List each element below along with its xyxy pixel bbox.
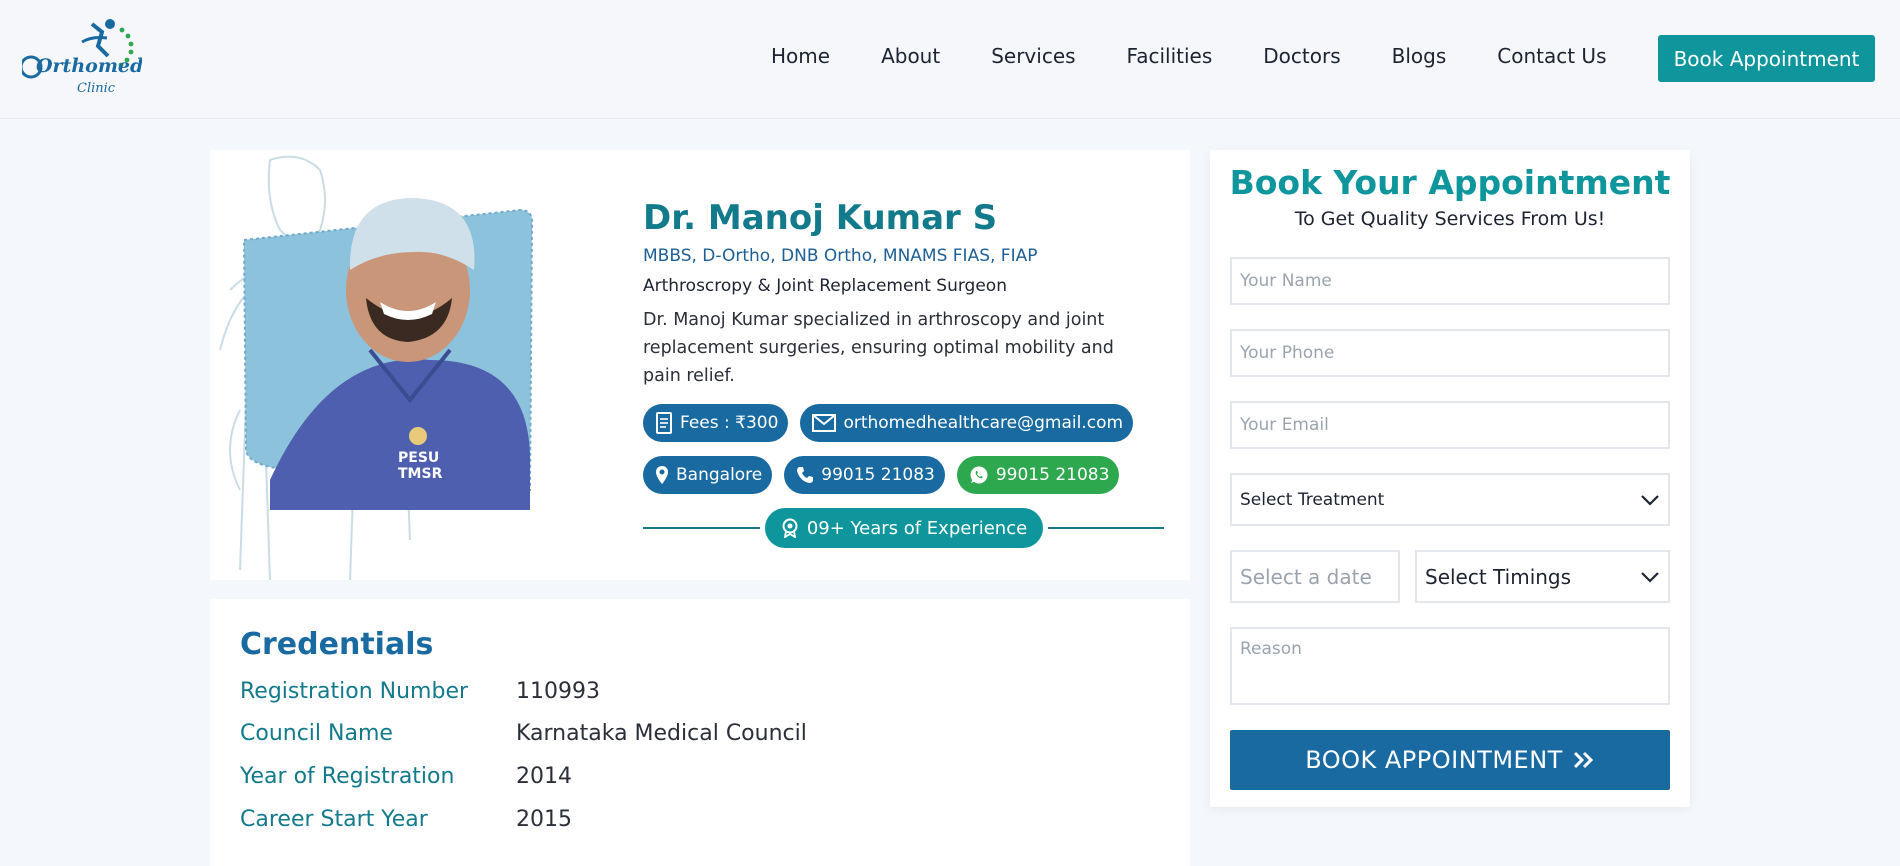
experience-divider-left <box>643 527 760 529</box>
chevron-down-icon <box>1641 494 1659 506</box>
scrub-text-bottom: TMSR <box>398 466 443 482</box>
credential-row: Career Start Year 2015 <box>240 807 572 832</box>
appointment-form-card: Book Your Appointment To Get Quality Ser… <box>1210 150 1690 807</box>
reason-textarea[interactable]: Reason <box>1230 627 1670 705</box>
doctor-description: Dr. Manoj Kumar specialized in arthrosco… <box>643 310 1114 386</box>
whatsapp-icon <box>970 466 988 484</box>
doctor-qualifications: MBBS, D-Ortho, DNB Ortho, MNAMS FIAS, FI… <box>643 246 1038 266</box>
nav-services[interactable]: Services <box>991 44 1075 68</box>
doctor-info: Dr. Manoj Kumar S MBBS, D-Ortho, DNB Ort… <box>643 198 1173 548</box>
credential-row: Registration Number 110993 <box>240 679 600 704</box>
credential-value: 2014 <box>516 764 572 789</box>
date-input[interactable]: Select a date <box>1230 550 1400 603</box>
phone-text: 99015 21083 <box>821 465 935 485</box>
doctor-profile-card: PESU TMSR Dr. Manoj Kumar S MBBS, D-Orth… <box>210 150 1190 580</box>
treatment-select-value: Select Treatment <box>1240 489 1385 510</box>
credential-value: Karnataka Medical Council <box>516 721 807 746</box>
doctor-name: Dr. Manoj Kumar S <box>643 198 998 238</box>
nav-doctors[interactable]: Doctors <box>1263 44 1340 68</box>
orthomed-logo[interactable]: Orthomed Clinic <box>19 16 143 106</box>
credential-label: Registration Number <box>240 679 469 704</box>
phone-pill[interactable]: 99015 21083 <box>784 456 945 494</box>
credential-value: 110993 <box>516 679 600 704</box>
map-pin-icon <box>656 466 668 484</box>
credentials-title: Credentials <box>240 627 434 662</box>
main-nav: Home About Services Facilities Doctors B… <box>771 44 1607 68</box>
doctor-photo: PESU TMSR <box>240 190 610 530</box>
logo-subtext: Clinic <box>77 81 116 96</box>
credential-label: Year of Registration <box>240 764 455 789</box>
double-chevron-right-icon <box>1573 751 1593 769</box>
nav-home[interactable]: Home <box>771 44 830 68</box>
chevron-down-icon <box>1641 571 1659 583</box>
logo-text: Orthomed <box>36 55 142 77</box>
timings-select-value: Select Timings <box>1425 564 1572 589</box>
experience-text: 09+ Years of Experience <box>806 517 1028 539</box>
credential-row: Year of Registration 2014 <box>240 764 572 789</box>
scrub-text-top: PESU <box>398 450 439 466</box>
receipt-icon <box>656 412 672 434</box>
contact-pills-row-2: Bangalore 99015 21083 99015 21083 <box>643 456 1173 494</box>
envelope-icon <box>812 414 837 432</box>
credential-label: Career Start Year <box>240 807 428 832</box>
email-text: orthomedhealthcare@gmail.com <box>843 413 1124 433</box>
phone-input[interactable]: Your Phone <box>1230 329 1670 377</box>
site-header: Orthomed Clinic Home About Services Faci… <box>0 0 1900 119</box>
name-input[interactable]: Your Name <box>1230 257 1670 305</box>
credential-label: Council Name <box>240 721 393 746</box>
fees-text: Fees : ₹300 <box>680 413 779 433</box>
experience-divider-right <box>1048 527 1164 529</box>
fees-pill: Fees : ₹300 <box>643 404 789 442</box>
contact-pills-row-1: Fees : ₹300 orthomedhealthcare@gmail.com <box>643 404 1173 442</box>
location-pill: Bangalore <box>643 456 773 494</box>
book-appointment-submit-button[interactable]: BOOK APPOINTMENT <box>1230 730 1670 790</box>
form-subtitle: To Get Quality Services From Us! <box>1294 208 1606 230</box>
timings-select[interactable]: Select Timings <box>1415 550 1670 603</box>
nav-facilities[interactable]: Facilities <box>1127 44 1213 68</box>
whatsapp-text: 99015 21083 <box>995 465 1110 485</box>
header-book-appointment-button[interactable]: Book Appointment <box>1658 35 1875 82</box>
award-icon <box>782 518 798 538</box>
nav-about[interactable]: About <box>881 44 940 68</box>
treatment-select[interactable]: Select Treatment <box>1230 473 1670 526</box>
nav-contact-us[interactable]: Contact Us <box>1497 44 1606 68</box>
credential-value: 2015 <box>516 807 572 832</box>
location-text: Bangalore <box>676 465 763 485</box>
whatsapp-pill[interactable]: 99015 21083 <box>956 456 1120 494</box>
credentials-card: Credentials Registration Number 110993 C… <box>210 599 1190 866</box>
email-input[interactable]: Your Email <box>1230 401 1670 449</box>
doctor-specialty: Arthroscropy & Joint Replacement Surgeon <box>643 276 1007 296</box>
experience-badge: 09+ Years of Experience <box>765 508 1043 548</box>
experience-row: 09+ Years of Experience <box>643 508 1164 548</box>
credential-row: Council Name Karnataka Medical Council <box>240 721 807 746</box>
phone-icon <box>797 467 814 483</box>
nav-blogs[interactable]: Blogs <box>1392 44 1447 68</box>
email-pill[interactable]: orthomedhealthcare@gmail.com <box>800 404 1134 442</box>
submit-label: BOOK APPOINTMENT <box>1305 746 1563 774</box>
form-title: Book Your Appointment <box>1229 163 1671 202</box>
